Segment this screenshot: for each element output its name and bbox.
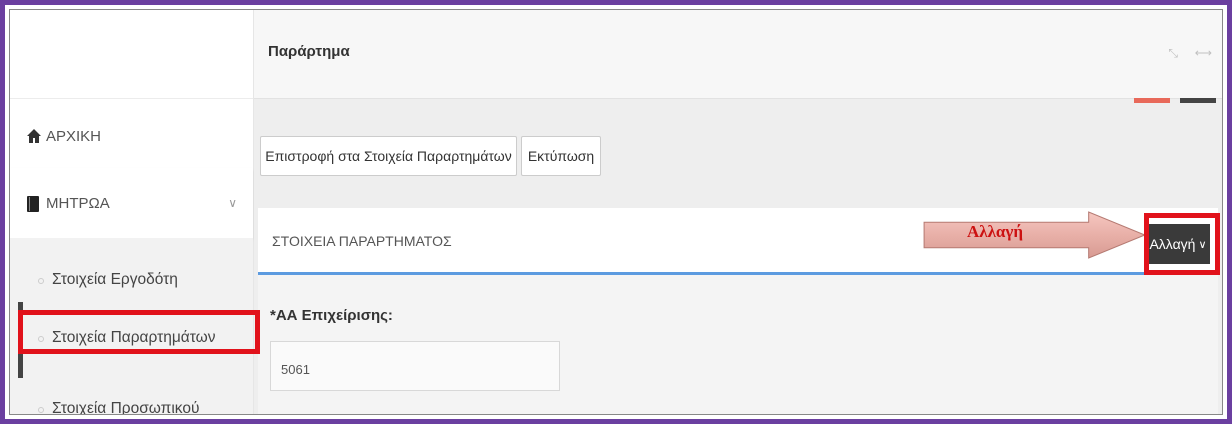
highlight-box-change xyxy=(1144,213,1220,275)
business-number-field[interactable]: 5061 xyxy=(270,341,560,391)
bullet-icon xyxy=(38,407,44,413)
bullet-icon xyxy=(38,278,44,284)
color-stripe-red xyxy=(1134,98,1170,103)
highlight-box-branches xyxy=(18,310,260,354)
sidebar-item-label: ΜΗΤΡΩΑ xyxy=(46,194,110,212)
home-icon xyxy=(26,128,42,144)
panel-body: *ΑΑ Επιχείρισης: 5061 xyxy=(258,275,1218,414)
submenu-item-label: Στοιχεία Εργοδότη xyxy=(52,271,178,288)
app-window: ΑΡΧΙΚΗ ΜΗΤΡΩΑ ∨ Στοιχεία Εργοδότη Στοιχε… xyxy=(9,9,1223,415)
page-header: Παράρτημα ⤡ ⟷ xyxy=(254,10,1222,99)
logo-area xyxy=(10,10,253,99)
expand-icon[interactable]: ⤡ xyxy=(1168,46,1178,61)
sidebar-item-label: ΑΡΧΙΚΗ xyxy=(46,127,102,145)
panel-title: ΣΤΟΙΧΕΙΑ ΠΑΡΑΡΤΗΜΑΤΟΣ xyxy=(272,233,452,249)
resize-horizontal-icon[interactable]: ⟷ xyxy=(1195,46,1212,60)
book-icon xyxy=(26,195,42,212)
submenu-item-staff[interactable]: Στοιχεία Προσωπικού xyxy=(10,400,253,415)
submenu-item-employer[interactable]: Στοιχεία Εργοδότη xyxy=(10,271,253,293)
sidebar-item-home[interactable]: ΑΡΧΙΚΗ xyxy=(10,104,253,169)
page-title: Παράρτημα xyxy=(268,43,350,60)
sidebar-item-registry[interactable]: ΜΗΤΡΩΑ ∨ xyxy=(10,168,253,238)
print-button[interactable]: Εκτύπωση xyxy=(521,136,601,176)
color-stripe-dark xyxy=(1180,98,1216,103)
back-to-branches-button[interactable]: Επιστροφή στα Στοιχεία Παραρτημάτων xyxy=(260,136,517,176)
chevron-down-icon: ∨ xyxy=(228,196,237,210)
callout-label: Αλλαγή xyxy=(966,222,1024,241)
submenu-item-label: Στοιχεία Προσωπικού xyxy=(52,400,200,415)
field-label: *ΑΑ Επιχείρισης: xyxy=(270,307,393,324)
screenshot-frame: ΑΡΧΙΚΗ ΜΗΤΡΩΑ ∨ Στοιχεία Εργοδότη Στοιχε… xyxy=(0,0,1232,424)
